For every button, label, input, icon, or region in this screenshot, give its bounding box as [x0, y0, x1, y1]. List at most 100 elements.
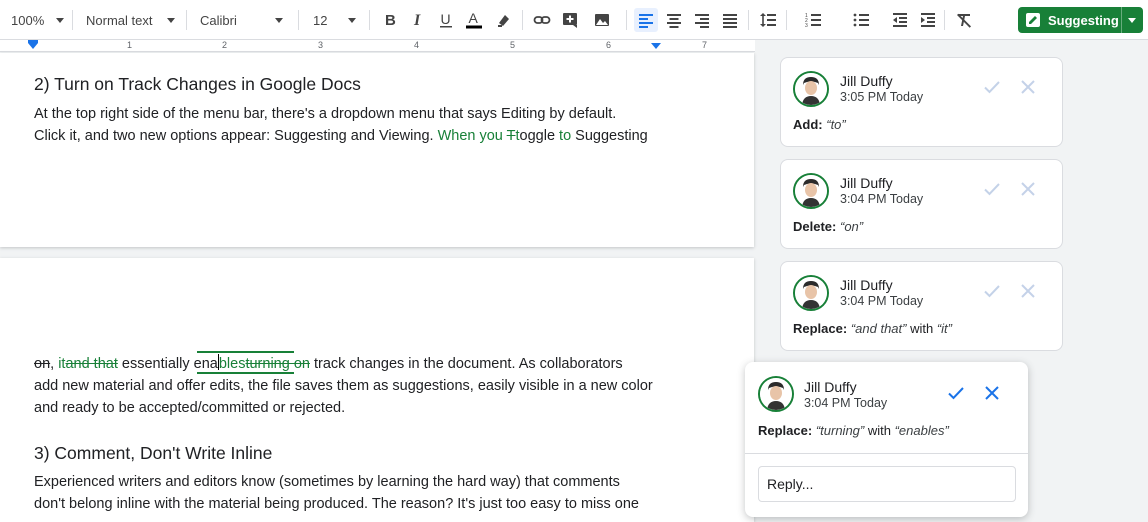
reject-suggestion-icon[interactable]: [1017, 178, 1039, 200]
align-right-icon[interactable]: [690, 8, 714, 32]
svg-text:U: U: [441, 11, 451, 27]
style-dropdown[interactable]: Normal text: [86, 0, 176, 40]
comment-author: Jill Duffy: [804, 379, 857, 395]
body-line: on, itand that essentially enablesturnin…: [34, 353, 623, 375]
suggested-insertion[interactable]: When you: [438, 128, 507, 144]
ruler-number: 3: [318, 40, 324, 50]
suggestion-value: “to”: [826, 117, 846, 132]
numbered-list-icon[interactable]: 123: [794, 8, 834, 32]
toolbar-divider: [522, 10, 523, 30]
suggestion-action: Replace:: [758, 423, 813, 438]
body-line: and ready to be accepted/committed or re…: [34, 400, 346, 416]
suggestion-card[interactable]: Jill Duffy 3:04 PM Today Replace: “and t…: [780, 261, 1063, 351]
suggested-deletion[interactable]: T: [507, 128, 516, 144]
zoom-dropdown[interactable]: 100%: [11, 0, 65, 40]
suggestion-connector: with: [906, 321, 937, 336]
suggestion-value: “it”: [936, 321, 952, 336]
chevron-down-icon: [274, 17, 283, 23]
reply-input[interactable]: Reply...: [758, 466, 1016, 502]
body-text: Click it, and two new options appear: Su…: [34, 128, 438, 144]
chevron-down-icon[interactable]: [1128, 18, 1136, 23]
ruler: 1 2 3 4 5 6 7: [0, 40, 755, 52]
accept-suggestion-icon[interactable]: [981, 280, 1003, 302]
suggestion-card[interactable]: Jill Duffy 3:04 PM Today Delete: “on”: [780, 159, 1063, 249]
comment-timestamp: 3:04 PM Today: [804, 396, 888, 410]
ruler-number: 6: [606, 40, 612, 50]
ruler-number: 7: [702, 40, 708, 50]
italic-icon[interactable]: I: [406, 8, 430, 32]
comment-author: Jill Duffy: [840, 277, 893, 293]
body-line: Experienced writers and editors know (so…: [34, 474, 620, 490]
right-indent-marker[interactable]: [651, 43, 661, 49]
ruler-number: 4: [414, 40, 420, 50]
body-text: Suggesting: [571, 128, 648, 144]
add-comment-icon[interactable]: [558, 8, 582, 32]
reject-suggestion-icon[interactable]: [1017, 76, 1039, 98]
button-divider: [1121, 7, 1122, 33]
chevron-down-icon: [167, 17, 176, 23]
body-text: ,: [50, 356, 59, 372]
highlight-icon[interactable]: [492, 8, 516, 32]
font-size-dropdown[interactable]: 12: [313, 0, 357, 40]
active-suggestion-card[interactable]: Jill Duffy 3:04 PM Today Replace: “turni…: [745, 362, 1028, 517]
svg-text:I: I: [413, 12, 421, 29]
bold-icon[interactable]: B: [378, 8, 402, 32]
ruler-number: 2: [222, 40, 228, 50]
suggesting-mode-button[interactable]: Suggesting: [1018, 7, 1143, 33]
suggested-deletion[interactable]: turning on: [245, 356, 310, 372]
suggestion-action: Replace:: [793, 321, 848, 336]
image-icon[interactable]: [586, 8, 620, 32]
reject-suggestion-icon[interactable]: [1017, 280, 1039, 302]
suggested-deletion[interactable]: and that: [65, 356, 117, 372]
card-divider: [745, 453, 1028, 454]
suggested-insertion[interactable]: ena: [194, 356, 218, 372]
link-icon[interactable]: [530, 8, 554, 32]
suggestion-text: Delete: “on”: [793, 219, 863, 234]
suggestion-text: Replace: “turning” with “enables”: [758, 423, 949, 438]
reject-suggestion-icon[interactable]: [981, 382, 1003, 404]
body-line: At the top right side of the menu bar, t…: [34, 106, 617, 122]
suggestion-value: “enables”: [894, 423, 949, 438]
comment-timestamp: 3:04 PM Today: [840, 294, 924, 308]
font-size-value: 12: [313, 12, 328, 28]
accept-suggestion-icon[interactable]: [945, 382, 967, 404]
underline-icon[interactable]: U: [434, 8, 458, 32]
suggested-insertion[interactable]: bles: [219, 356, 246, 372]
align-center-icon[interactable]: [662, 8, 686, 32]
suggested-insertion[interactable]: to: [559, 128, 571, 144]
justify-icon[interactable]: [718, 8, 742, 32]
clear-formatting-icon[interactable]: [952, 8, 976, 32]
document-page[interactable]: 2) Turn on Track Changes in Google Docs …: [0, 53, 754, 247]
body-text: essentially: [117, 356, 194, 372]
suggestion-card[interactable]: Jill Duffy 3:05 PM Today Add: “to”: [780, 57, 1063, 147]
align-left-icon[interactable]: [634, 8, 658, 32]
toolbar-divider: [72, 10, 73, 30]
style-value: Normal text: [86, 12, 153, 28]
section-heading: 2) Turn on Track Changes in Google Docs: [34, 74, 361, 94]
suggestion-value: “on”: [839, 219, 864, 234]
toolbar-divider: [748, 10, 749, 30]
line-spacing-icon[interactable]: [756, 8, 780, 32]
body-line: don't belong inline with the material be…: [34, 496, 639, 512]
body-text: oggle: [519, 128, 560, 144]
svg-text:B: B: [385, 12, 396, 29]
suggestion-action: Add:: [793, 117, 823, 132]
svg-text:A: A: [469, 11, 479, 26]
comment-timestamp: 3:04 PM Today: [840, 192, 924, 206]
increase-indent-icon[interactable]: [916, 8, 940, 32]
toolbar: 100% Normal text Calibri 12 B I U A 123 …: [0, 0, 1148, 40]
document-page[interactable]: on, itand that essentially enablesturnin…: [0, 258, 754, 522]
body-text: track changes in the document. As collab…: [309, 356, 623, 372]
left-indent-marker[interactable]: [28, 43, 38, 49]
zoom-value: 100%: [11, 12, 45, 28]
suggesting-mode-label: Suggesting: [1048, 12, 1119, 28]
decrease-indent-icon[interactable]: [888, 8, 912, 32]
suggested-deletion[interactable]: on: [34, 356, 50, 372]
accept-suggestion-icon[interactable]: [981, 178, 1003, 200]
suggestion-value: “and that”: [850, 321, 907, 336]
bulleted-list-icon[interactable]: [842, 8, 882, 32]
font-dropdown[interactable]: Calibri: [200, 0, 283, 40]
text-color-icon[interactable]: A: [462, 8, 486, 32]
accept-suggestion-icon[interactable]: [981, 76, 1003, 98]
section-heading: 3) Comment, Don't Write Inline: [34, 443, 273, 463]
